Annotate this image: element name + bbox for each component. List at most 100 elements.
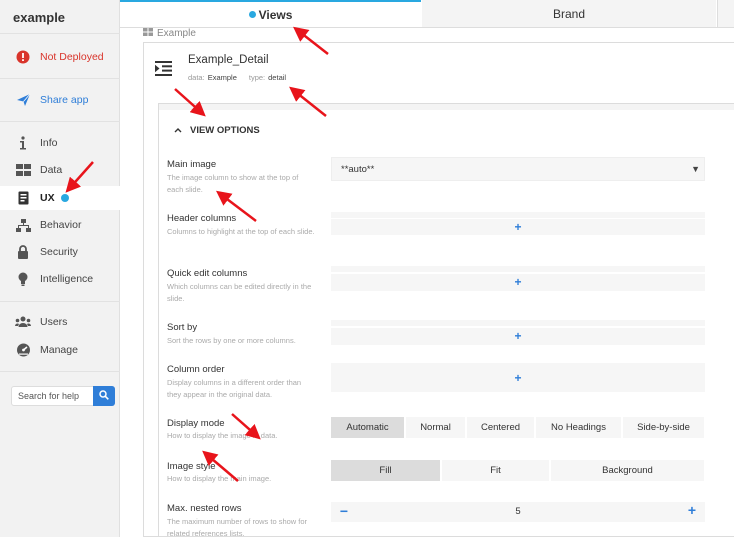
image-style-label: Image style bbox=[167, 461, 216, 472]
share-app-link[interactable]: Share app bbox=[0, 88, 120, 112]
column-order-add-row[interactable]: + bbox=[331, 363, 705, 392]
tab-views[interactable]: Views bbox=[120, 0, 421, 27]
sidebar-item-label: Intelligence bbox=[40, 273, 94, 285]
sidebar-item-behavior[interactable]: Behavior bbox=[0, 213, 120, 237]
divider bbox=[0, 301, 120, 302]
display-mode-label: Display mode bbox=[167, 418, 225, 429]
sidebar-item-security[interactable]: Security bbox=[0, 240, 120, 264]
header-columns-help: Columns to highlight at the top of each … bbox=[167, 227, 315, 236]
sidebar-item-label: Info bbox=[40, 137, 58, 149]
users-icon bbox=[15, 314, 31, 330]
divider bbox=[0, 78, 120, 79]
header-columns-list bbox=[331, 212, 705, 218]
view-type-value: detail bbox=[268, 73, 287, 82]
lock-icon bbox=[15, 244, 31, 260]
add-quick-edit-button[interactable]: + bbox=[508, 275, 528, 289]
send-icon bbox=[15, 92, 31, 108]
hierarchy-icon bbox=[15, 217, 31, 233]
active-indicator-dot bbox=[60, 194, 69, 202]
view-options-toggle[interactable]: VIEW OPTIONS bbox=[174, 125, 260, 136]
dashboard-icon bbox=[15, 342, 31, 358]
alert-circle-icon bbox=[15, 49, 31, 65]
quick-edit-add-row[interactable]: + bbox=[331, 274, 705, 291]
view-meta: data: Example type: detail bbox=[188, 73, 286, 82]
main-image-help: The image column to show at the top of e… bbox=[167, 173, 299, 194]
info-icon bbox=[15, 135, 31, 151]
sidebar-item-label: Behavior bbox=[40, 219, 82, 231]
sidebar-item-intelligence[interactable]: Intelligence bbox=[0, 267, 120, 291]
add-header-column-button[interactable]: + bbox=[508, 220, 528, 234]
header-columns-add-row[interactable]: + bbox=[331, 219, 705, 235]
table-icon bbox=[143, 28, 153, 39]
phone-ux-icon bbox=[15, 190, 31, 206]
view-type-key: type: bbox=[248, 73, 266, 82]
tab-label: Brand bbox=[552, 6, 586, 21]
sidebar: example Not Deployed Share app Info Data… bbox=[0, 0, 120, 537]
search-icon bbox=[99, 389, 109, 403]
image-style-background[interactable]: Background bbox=[551, 460, 704, 481]
quick-edit-list bbox=[331, 266, 705, 272]
view-data-value: Example bbox=[207, 73, 237, 82]
max-nested-value[interactable]: 5 bbox=[331, 506, 705, 517]
display-mode-normal[interactable]: Normal bbox=[406, 417, 465, 438]
help-search-button[interactable] bbox=[93, 386, 115, 406]
help-search-input[interactable] bbox=[12, 387, 92, 405]
image-style-fit[interactable]: Fit bbox=[442, 460, 549, 481]
max-nested-label: Max. nested rows bbox=[167, 503, 242, 514]
caret-down-icon: ▼ bbox=[691, 164, 700, 174]
max-nested-stepper: − 5 + bbox=[331, 502, 705, 522]
chevron-up-icon bbox=[174, 125, 182, 136]
display-mode-centered[interactable]: Centered bbox=[467, 417, 534, 438]
add-column-order-button[interactable]: + bbox=[508, 371, 528, 385]
sidebar-item-ux[interactable]: UX bbox=[0, 186, 120, 210]
divider bbox=[0, 121, 120, 122]
display-mode-side-by-side[interactable]: Side-by-side bbox=[623, 417, 704, 438]
detail-view-icon bbox=[155, 61, 172, 79]
active-tab-dot bbox=[248, 11, 256, 18]
view-data-key: data: bbox=[188, 73, 205, 82]
sidebar-item-label: Security bbox=[40, 246, 78, 258]
deploy-status[interactable]: Not Deployed bbox=[0, 45, 120, 69]
tab-brand[interactable]: Brand bbox=[422, 0, 716, 27]
divider bbox=[0, 33, 120, 34]
sidebar-item-label: Data bbox=[40, 164, 63, 176]
sidebar-item-label: Users bbox=[40, 316, 68, 328]
main-image-select[interactable]: **auto** ▼ bbox=[331, 157, 705, 181]
tab-more[interactable] bbox=[717, 0, 734, 27]
sidebar-item-users[interactable]: Users bbox=[0, 310, 120, 334]
view-options-topbar bbox=[159, 104, 734, 110]
sort-by-label: Sort by bbox=[167, 322, 198, 333]
share-app-label: Share app bbox=[40, 94, 89, 106]
main-image-label: Main image bbox=[167, 159, 217, 170]
sort-by-help: Sort the rows by one or more columns. bbox=[167, 336, 296, 345]
display-mode-no-headings[interactable]: No Headings bbox=[536, 417, 621, 438]
deploy-status-label: Not Deployed bbox=[40, 51, 104, 63]
sort-by-add-row[interactable]: + bbox=[331, 328, 705, 345]
breadcrumb: Example bbox=[143, 28, 196, 39]
sidebar-item-manage[interactable]: Manage bbox=[0, 338, 120, 362]
sidebar-item-label: Manage bbox=[40, 344, 78, 356]
lightbulb-icon bbox=[15, 271, 31, 287]
column-order-label: Column order bbox=[167, 364, 225, 375]
image-style-help: How to display the main image. bbox=[167, 474, 272, 483]
view-header[interactable]: Example_Detail data: Example type: detai… bbox=[143, 44, 734, 94]
view-tabs: Views Brand bbox=[120, 0, 734, 28]
view-name: Example_Detail bbox=[188, 54, 269, 66]
main-image-value: **auto** bbox=[341, 163, 375, 175]
view-options-title: VIEW OPTIONS bbox=[190, 125, 260, 136]
sort-by-list bbox=[331, 320, 705, 326]
add-sort-button[interactable]: + bbox=[508, 329, 528, 343]
sidebar-item-info[interactable]: Info bbox=[0, 131, 120, 155]
app-name: example bbox=[13, 10, 66, 25]
sidebar-item-data[interactable]: Data bbox=[0, 158, 120, 182]
sidebar-item-label: UX bbox=[40, 192, 55, 204]
display-mode-automatic[interactable]: Automatic bbox=[331, 417, 404, 438]
increment-button[interactable]: + bbox=[684, 502, 700, 518]
quick-edit-label: Quick edit columns bbox=[167, 268, 248, 279]
column-order-help: Display columns in a different order tha… bbox=[167, 378, 302, 399]
divider bbox=[0, 371, 120, 372]
image-style-fill[interactable]: Fill bbox=[331, 460, 440, 481]
help-search bbox=[11, 386, 115, 406]
grid-icon bbox=[15, 162, 31, 178]
header-columns-label: Header columns bbox=[167, 213, 237, 224]
